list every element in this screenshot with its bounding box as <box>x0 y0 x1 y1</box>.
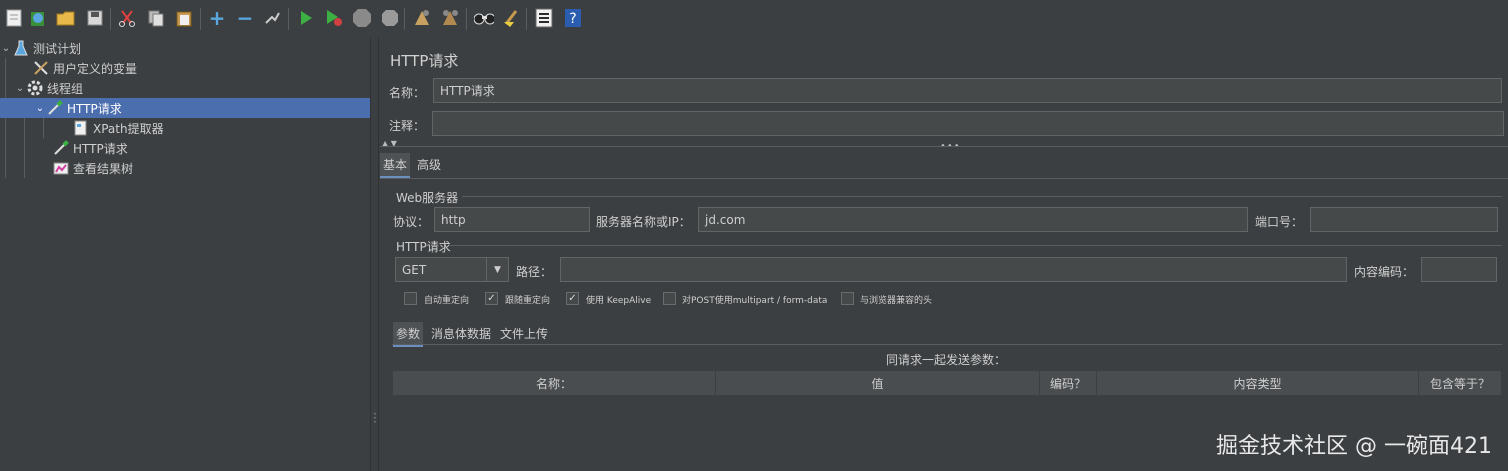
chart-icon <box>52 160 70 176</box>
expand-icon[interactable]: + <box>207 8 227 28</box>
column-header-value[interactable]: 值 <box>716 371 1040 395</box>
tree-item-user-variables[interactable]: 用户定义的变量 <box>18 58 370 78</box>
start-icon[interactable] <box>296 8 316 28</box>
tree-item-label: XPath提取器 <box>93 121 164 136</box>
toolbar: + − ? <box>0 0 1508 38</box>
tree-item-xpath-extractor[interactable]: XPath提取器 <box>72 118 370 138</box>
column-header-content-type[interactable]: 内容类型 <box>1097 371 1419 395</box>
help-icon[interactable]: ? <box>563 8 583 28</box>
keepalive-checkbox[interactable]: ✓ <box>566 292 579 305</box>
paste-icon[interactable] <box>174 8 194 28</box>
page-title: HTTP请求 <box>390 52 459 70</box>
multipart-label: 对POST使用multipart / form-data <box>682 296 828 306</box>
content-encoding-field[interactable] <box>1421 257 1497 282</box>
divider-grip-icon[interactable]: · · · <box>373 408 377 428</box>
chevron-down-icon[interactable]: ▼ <box>486 258 508 281</box>
content-encoding-label: 内容编码： <box>1354 265 1415 279</box>
svg-text:?: ? <box>569 11 576 27</box>
auto-redirect-label: 自动重定向 <box>424 296 470 306</box>
tab-advanced[interactable]: 高级 <box>414 153 444 176</box>
http-request-panel: HTTP请求 名称： HTTP请求 注释： ▲ ▼ ••• 基本 高级 Web服… <box>380 38 1508 471</box>
server-name-field[interactable]: jd.com <box>698 207 1248 232</box>
tab-body-data[interactable]: 消息体数据 <box>428 322 494 345</box>
templates-icon[interactable] <box>28 8 48 28</box>
name-field[interactable]: HTTP请求 <box>433 78 1502 103</box>
collapse-icon[interactable]: − <box>235 8 255 28</box>
tree-item-label: HTTP请求 <box>73 141 128 156</box>
tree-item-http-request-selected[interactable]: ⌄ HTTP请求 <box>0 98 370 118</box>
watermark: 掘金技术社区 @ 一碗面421 <box>1216 434 1492 459</box>
new-icon[interactable] <box>4 8 24 28</box>
start-no-pause-icon[interactable] <box>324 8 344 28</box>
http-request-group-title: HTTP请求 <box>396 240 451 254</box>
flask-icon <box>12 40 30 56</box>
copy-icon[interactable] <box>146 8 166 28</box>
stop-icon[interactable] <box>352 8 372 28</box>
browser-headers-checkbox[interactable] <box>841 292 854 305</box>
chevron-down-icon[interactable]: ⌄ <box>0 43 12 54</box>
tools-icon <box>32 60 50 76</box>
cut-icon[interactable] <box>117 8 137 28</box>
browser-headers-label: 与浏览器兼容的头 <box>860 296 933 306</box>
chevron-down-icon[interactable]: ⌄ <box>34 103 46 114</box>
pipette-icon <box>52 140 70 156</box>
column-header-name[interactable]: 名称： <box>393 371 716 395</box>
tree-item-results-tree[interactable]: 查看结果树 <box>52 158 370 178</box>
follow-redirect-checkbox[interactable]: ✓ <box>485 292 498 305</box>
column-header-include-equals[interactable]: 包含等于？ <box>1419 371 1502 395</box>
tree-item-label: HTTP请求 <box>67 101 122 116</box>
column-header-encode[interactable]: 编码？ <box>1040 371 1097 395</box>
toggle-icon[interactable] <box>262 8 282 28</box>
params-caption: 同请求一起发送参数： <box>886 353 1007 367</box>
protocol-field[interactable]: http <box>434 207 590 232</box>
keepalive-label: 使用 KeepAlive <box>586 296 652 306</box>
method-value: GET <box>402 262 427 277</box>
search-icon[interactable] <box>474 8 494 28</box>
shutdown-icon[interactable] <box>380 8 400 28</box>
save-icon[interactable] <box>85 8 105 28</box>
pipette-icon <box>46 100 64 116</box>
clear-all-icon[interactable] <box>440 8 460 28</box>
tree-item-test-plan[interactable]: ⌄ 测试计划 <box>0 38 370 58</box>
server-name-label: 服务器名称或IP： <box>596 215 691 229</box>
protocol-label: 协议： <box>393 215 430 229</box>
auto-redirect-checkbox[interactable] <box>404 292 417 305</box>
port-label: 端口号： <box>1255 215 1304 229</box>
multipart-checkbox[interactable] <box>663 292 676 305</box>
comment-field[interactable] <box>432 111 1504 136</box>
name-label: 名称： <box>389 86 426 100</box>
tab-file-upload[interactable]: 文件上传 <box>497 322 551 345</box>
tree-item-label: 测试计划 <box>33 41 82 56</box>
open-icon[interactable] <box>56 8 76 28</box>
tree-item-label: 线程组 <box>47 81 84 96</box>
port-field[interactable] <box>1310 207 1498 232</box>
function-helper-icon[interactable] <box>534 8 554 28</box>
gear-icon <box>26 80 44 96</box>
test-plan-tree: ⌄ 测试计划 用户定义的变量 ⌄ 线程组 ⌄ HTTP请求 XPath提取器 H… <box>0 38 370 471</box>
comment-label: 注释： <box>389 119 426 133</box>
reset-search-icon[interactable] <box>502 8 522 28</box>
tree-item-thread-group[interactable]: ⌄ 线程组 <box>14 78 370 98</box>
tab-basic[interactable]: 基本 <box>380 153 411 178</box>
path-label: 路径： <box>516 265 553 279</box>
tree-item-http-request[interactable]: HTTP请求 <box>52 138 370 158</box>
tree-item-label: 查看结果树 <box>73 161 134 176</box>
tree-item-label: 用户定义的变量 <box>53 61 138 76</box>
follow-redirect-label: 跟随重定向 <box>505 296 551 306</box>
path-field[interactable] <box>560 257 1347 282</box>
chevron-down-icon[interactable]: ⌄ <box>14 83 26 94</box>
web-server-group-title: Web服务器 <box>396 191 459 205</box>
document-icon <box>72 120 90 136</box>
clear-icon[interactable] <box>412 8 432 28</box>
